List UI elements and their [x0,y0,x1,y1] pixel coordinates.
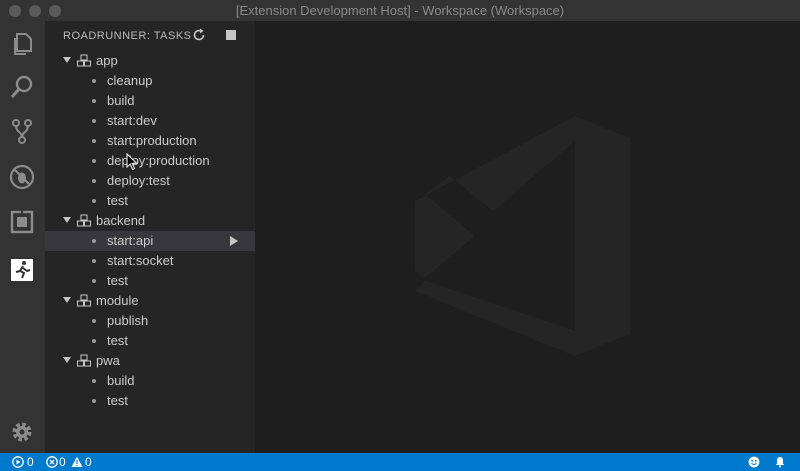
minimize-window-button[interactable] [29,5,41,17]
problems-status[interactable]: 0 0 [44,453,96,471]
task-label: start:socket [107,253,174,268]
run-task-play-icon[interactable] [230,236,238,246]
package-icon [77,354,91,367]
group-label: pwa [96,353,120,368]
bullet-icon [92,79,96,83]
task-label: build [107,93,135,108]
task-label: start:production [107,133,197,148]
task-item[interactable]: test [45,331,255,351]
zoom-window-button[interactable] [49,5,61,17]
task-label: publish [107,313,149,328]
play-circle-icon [12,456,24,468]
refresh-icon[interactable] [192,28,206,42]
activity-bar [0,21,45,453]
search-icon[interactable] [8,73,36,101]
files-icon[interactable] [8,30,36,58]
task-item[interactable]: publish [45,311,255,331]
task-item[interactable]: build [45,91,255,111]
extensions-icon[interactable] [8,208,36,236]
error-icon [46,456,58,468]
task-tree: app cleanup build start:dev start:produc… [45,51,255,411]
feedback-status[interactable] [746,453,764,471]
task-label: test [107,333,128,348]
source-control-icon[interactable] [8,117,36,145]
warning-count: 0 [85,455,92,469]
collapse-chevron-icon[interactable] [63,217,71,223]
tree-group-app[interactable]: app [45,51,255,71]
group-label: app [96,53,118,68]
vscode-window: [Extension Development Host] - Workspace… [0,0,800,471]
task-item[interactable]: test [45,271,255,291]
bullet-icon [92,259,96,263]
bullet-icon [92,159,96,163]
task-label: start:api [107,233,154,248]
notifications-status[interactable] [772,453,790,471]
bullet-icon [92,99,96,103]
task-item[interactable]: test [45,391,255,411]
sidebar-roadrunner-tasks: ROADRUNNER: TASKS app cleanup build star… [45,21,255,453]
sidebar-header: ROADRUNNER: TASKS [45,21,255,49]
task-item[interactable]: build [45,371,255,391]
sidebar-title: ROADRUNNER: TASKS [63,30,192,42]
stop-icon[interactable] [226,30,236,40]
close-window-button[interactable] [9,5,21,17]
task-label: deploy:production [107,153,210,168]
mouse-cursor-icon [126,153,138,171]
task-item[interactable]: deploy:test [45,171,255,191]
error-count: 0 [59,455,66,469]
title-bar: [Extension Development Host] - Workspace… [0,0,800,21]
package-icon [77,54,91,67]
window-title: [Extension Development Host] - Workspace… [235,3,565,18]
debug-icon[interactable] [8,163,36,191]
bullet-icon [92,239,96,243]
bullet-icon [92,139,96,143]
group-label: backend [96,213,146,228]
collapse-chevron-icon[interactable] [63,57,71,63]
collapse-chevron-icon[interactable] [63,357,71,363]
task-label: deploy:test [107,173,170,188]
task-label: build [107,373,135,388]
bullet-icon [92,319,96,323]
tasks-count: 0 [27,455,34,469]
settings-gear-icon[interactable] [8,418,36,446]
warning-icon [71,456,83,467]
bullet-icon [92,379,96,383]
task-label: test [107,193,128,208]
task-item[interactable]: start:dev [45,111,255,131]
editor-area [255,21,800,453]
group-label: module [96,293,139,308]
bullet-icon [92,399,96,403]
bullet-icon [92,199,96,203]
bullet-icon [92,279,96,283]
tree-group-backend[interactable]: backend [45,211,255,231]
tree-group-pwa[interactable]: pwa [45,351,255,371]
status-bar: 0 0 0 [0,453,800,471]
tree-group-module[interactable]: module [45,291,255,311]
vscode-logo-watermark-icon [415,116,630,356]
task-item[interactable]: cleanup [45,71,255,91]
roadrunner-icon[interactable] [8,256,36,284]
bullet-icon [92,339,96,343]
collapse-chevron-icon[interactable] [63,297,71,303]
bullet-icon [92,119,96,123]
task-label: cleanup [107,73,153,88]
package-icon [77,294,91,307]
task-item[interactable]: deploy:production [45,151,255,171]
task-label: test [107,273,128,288]
bell-icon [775,457,785,468]
tasks-status[interactable]: 0 [10,453,40,471]
bullet-icon [92,179,96,183]
task-item[interactable]: start:socket [45,251,255,271]
smiley-icon [748,456,760,468]
task-item-selected[interactable]: start:api [45,231,255,251]
task-item[interactable]: start:production [45,131,255,151]
task-item[interactable]: test [45,191,255,211]
task-label: start:dev [107,113,157,128]
package-icon [77,214,91,227]
task-label: test [107,393,128,408]
